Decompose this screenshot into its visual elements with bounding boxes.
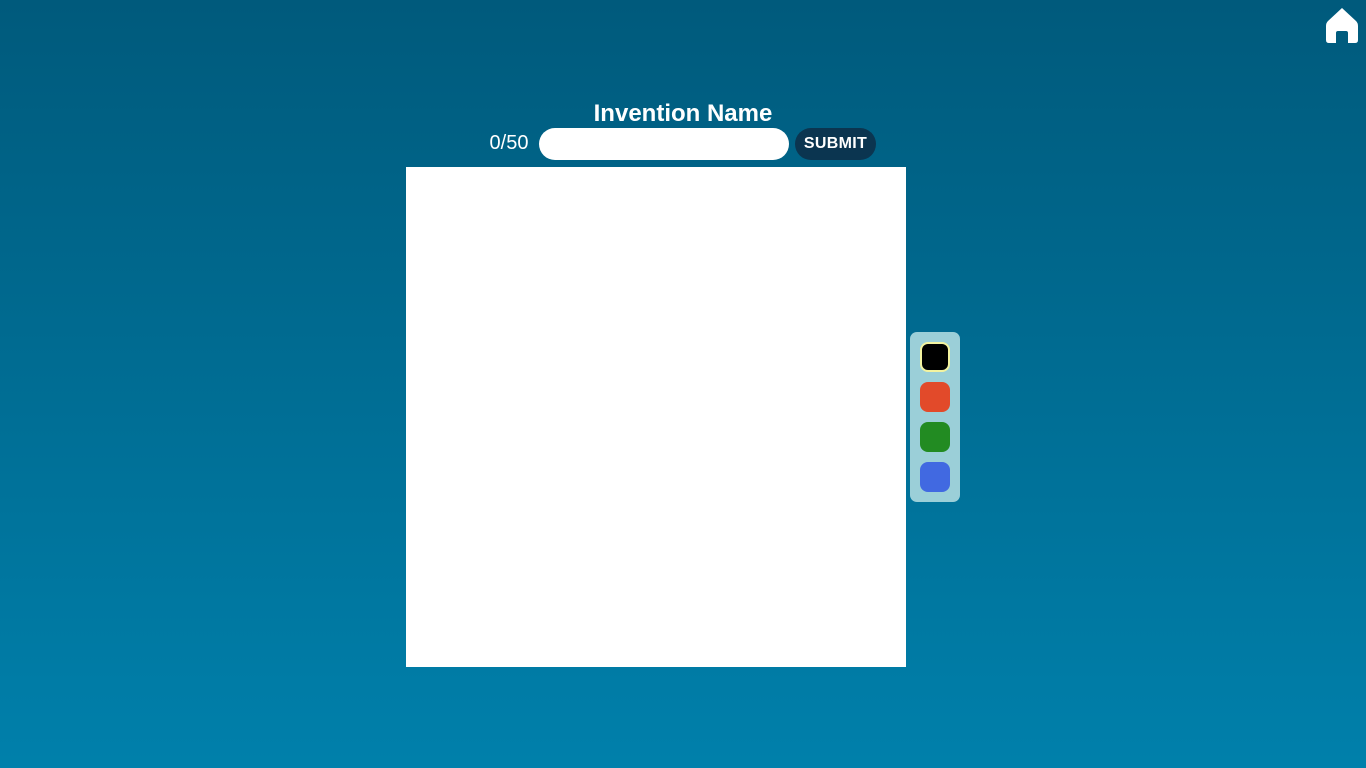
submit-button[interactable]: SUBMIT <box>795 128 876 160</box>
color-swatch-blue[interactable] <box>920 462 950 492</box>
character-counter: 0/50 <box>489 132 529 154</box>
home-button[interactable] <box>1325 6 1359 44</box>
drawing-canvas[interactable] <box>406 167 906 667</box>
color-swatch-green[interactable] <box>920 422 950 452</box>
invention-name-input[interactable] <box>539 128 789 160</box>
color-swatch-red[interactable] <box>920 382 950 412</box>
color-palette <box>910 332 960 502</box>
color-swatch-black[interactable] <box>920 342 950 372</box>
home-icon <box>1326 8 1358 43</box>
page-title: Invention Name <box>593 100 773 127</box>
